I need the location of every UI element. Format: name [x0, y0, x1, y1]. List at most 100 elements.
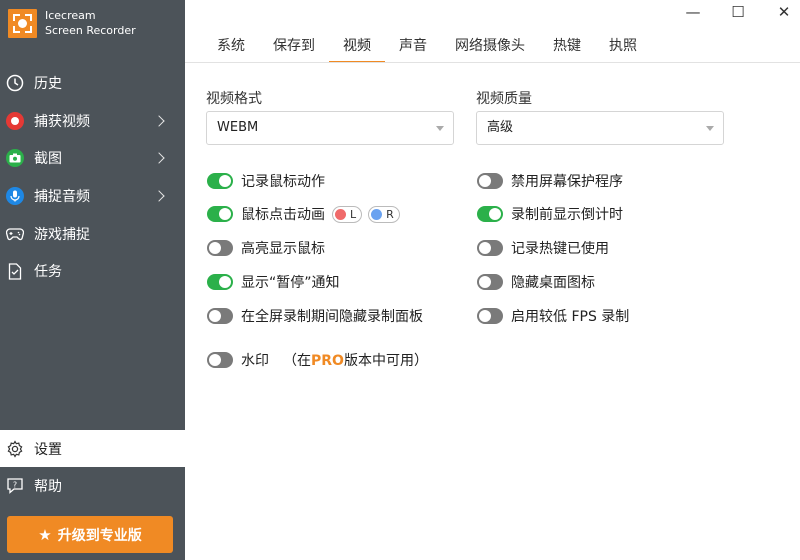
toggle-hide-panel[interactable] [207, 308, 233, 324]
option-countdown: 录制前显示倒计时 [477, 204, 623, 224]
sidebar-item-label: 游戏捕捉 [34, 226, 90, 243]
microphone-icon [6, 186, 24, 205]
tab-save-to[interactable]: 保存到 [259, 30, 329, 63]
toggle-record-hotkeys[interactable] [477, 240, 503, 256]
maximize-icon[interactable]: ☐ [730, 3, 746, 21]
option-label: 记录热键已使用 [511, 241, 609, 257]
option-record-mouse: 记录鼠标动作 [207, 171, 325, 191]
caret-down-icon [436, 126, 444, 131]
video-format-value: WEBM [217, 120, 259, 135]
upgrade-label: 升级到专业版 [57, 527, 142, 544]
record-icon [6, 111, 24, 130]
sidebar-item-capture-audio[interactable]: 捕捉音频 [0, 177, 185, 215]
option-click-animation: 鼠标点击动画 L R [207, 204, 400, 224]
option-disable-screensaver: 禁用屏幕保护程序 [477, 171, 623, 191]
video-format-label: 视频格式 [206, 91, 262, 107]
sidebar-item-history[interactable]: 历史 [0, 64, 185, 102]
help-icon: ? [6, 477, 24, 495]
tab-video[interactable]: 视频 [329, 30, 385, 63]
sidebar-item-capture-video[interactable]: 捕获视频 [0, 102, 185, 140]
sidebar-item-label: 捕获视频 [34, 113, 90, 130]
option-label: 鼠标点击动画 [241, 207, 325, 223]
video-format-select[interactable]: WEBM [206, 111, 454, 145]
option-label: 水印 [241, 353, 269, 369]
sidebar-item-game-capture[interactable]: 游戏捕捉 [0, 215, 185, 253]
chevron-right-icon [153, 190, 165, 202]
pro-note-post: 版本中可用） [343, 353, 428, 369]
tab-webcam[interactable]: 网络摄像头 [441, 30, 539, 63]
svg-text:?: ? [13, 480, 17, 489]
pro-note-pre: （在 [283, 353, 311, 369]
option-label: 启用较低 FPS 录制 [511, 309, 630, 325]
close-icon[interactable]: ✕ [776, 3, 792, 21]
app-name-line1: Icecream [45, 9, 96, 22]
sidebar-item-label: 任务 [34, 264, 62, 281]
video-quality-value: 高级 [487, 120, 514, 135]
app-name: Icecream Screen Recorder [45, 8, 136, 38]
toggle-hide-desktop-icons[interactable] [477, 274, 503, 290]
option-label: 隐藏桌面图标 [511, 275, 595, 291]
sidebar-item-label: 帮助 [34, 478, 62, 495]
pro-badge: PRO [311, 353, 344, 369]
toggle-low-fps[interactable] [477, 308, 503, 324]
pro-note: （在PRO版本中可用） [283, 350, 428, 370]
chevron-right-icon [153, 114, 165, 127]
right-click-color-button[interactable]: R [368, 205, 400, 223]
color-dot-icon [371, 208, 383, 220]
video-quality-label: 视频质量 [476, 91, 532, 107]
option-highlight-mouse: 高亮显示鼠标 [207, 238, 325, 258]
task-document-icon [6, 262, 24, 280]
option-label: 录制前显示倒计时 [511, 207, 623, 223]
sidebar-item-label: 历史 [34, 75, 62, 92]
option-record-hotkeys: 记录热键已使用 [477, 238, 609, 258]
left-click-color-button[interactable]: L [332, 205, 363, 223]
sidebar: Icecream Screen Recorder 历史 捕获视频 截图 捕捉音频… [0, 0, 185, 560]
option-label: 记录鼠标动作 [241, 174, 325, 190]
toggle-pause-notification[interactable] [207, 274, 233, 290]
upgrade-button[interactable]: ★ 升级到专业版 [7, 516, 173, 553]
video-quality-select[interactable]: 高级 [476, 111, 724, 145]
option-label: 禁用屏幕保护程序 [511, 174, 623, 190]
settings-tabs: 系统 保存到 视频 声音 网络摄像头 热键 执照 [203, 30, 651, 63]
option-hide-desktop-icons: 隐藏桌面图标 [477, 272, 595, 292]
option-label: 显示“暂停”通知 [241, 275, 340, 291]
sidebar-item-settings[interactable]: 设置 [0, 430, 185, 467]
toggle-click-animation[interactable] [207, 206, 233, 222]
sidebar-item-help[interactable]: ? 帮助 [0, 467, 185, 504]
brand: Icecream Screen Recorder [8, 8, 136, 38]
right-click-key: R [386, 207, 394, 221]
color-dot-icon [335, 208, 346, 220]
option-label: 高亮显示鼠标 [241, 241, 325, 257]
sidebar-bottom-nav: 设置 ? 帮助 [0, 430, 185, 504]
tab-audio[interactable]: 声音 [385, 30, 441, 63]
tab-hotkeys[interactable]: 热键 [539, 30, 595, 63]
app-name-line2: Screen Recorder [45, 24, 136, 37]
tab-system[interactable]: 系统 [203, 30, 259, 63]
star-icon: ★ [38, 525, 52, 544]
toggle-disable-screensaver[interactable] [477, 173, 503, 189]
left-click-key: L [350, 207, 357, 221]
caret-down-icon [706, 126, 714, 131]
toggle-countdown[interactable] [477, 206, 503, 222]
toggle-highlight-mouse[interactable] [207, 240, 233, 256]
camera-icon [6, 149, 24, 168]
sidebar-item-label: 截图 [34, 151, 62, 168]
option-low-fps: 启用较低 FPS 录制 [477, 306, 629, 326]
gear-icon [6, 439, 24, 458]
sidebar-item-tasks[interactable]: 任务 [0, 252, 185, 290]
sidebar-item-screenshot[interactable]: 截图 [0, 139, 185, 177]
sidebar-item-label: 捕捉音频 [34, 188, 90, 205]
sidebar-item-label: 设置 [34, 441, 62, 458]
option-pause-notification: 显示“暂停”通知 [207, 272, 340, 292]
toggle-watermark[interactable] [207, 352, 233, 368]
option-hide-panel: 在全屏录制期间隐藏录制面板 [207, 306, 423, 326]
gamepad-icon [6, 225, 24, 243]
tabs-divider [185, 62, 800, 63]
settings-panel: — ☐ ✕ 系统 保存到 视频 声音 网络摄像头 热键 执照 视频格式 WEBM… [185, 0, 800, 560]
sidebar-nav: 历史 捕获视频 截图 捕捉音频 游戏捕捉 任务 [0, 64, 185, 290]
clock-icon [6, 74, 24, 92]
tab-license[interactable]: 执照 [595, 30, 651, 63]
toggle-record-mouse[interactable] [207, 173, 233, 189]
chevron-right-icon [153, 152, 165, 164]
minimize-icon[interactable]: — [685, 3, 701, 21]
